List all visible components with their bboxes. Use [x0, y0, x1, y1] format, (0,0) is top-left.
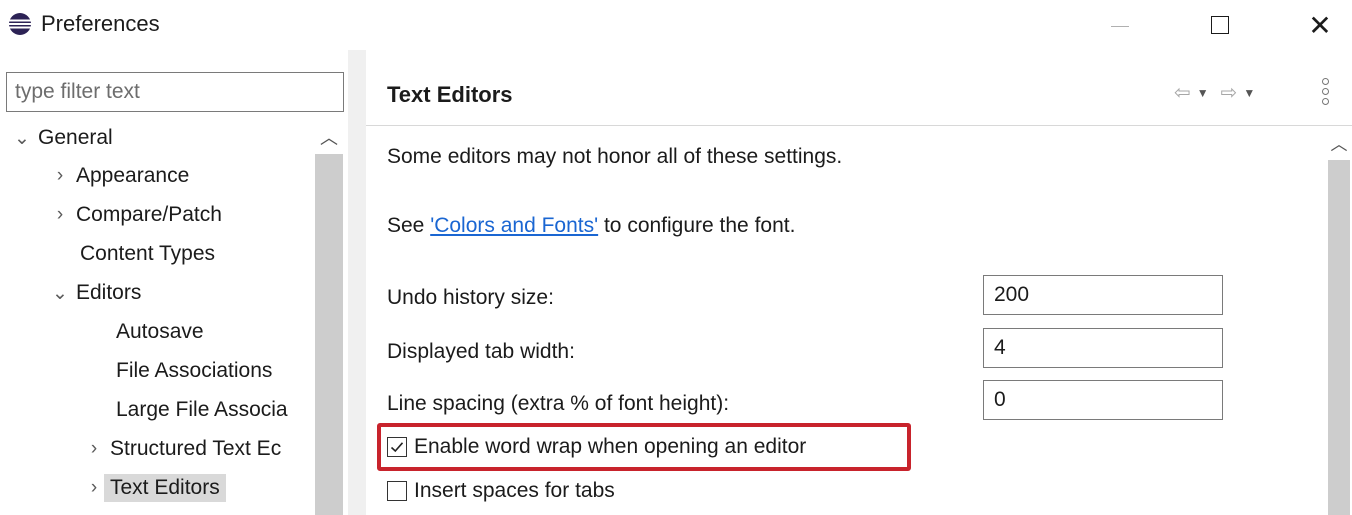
- maximize-button[interactable]: [1190, 0, 1250, 50]
- chevron-up-icon[interactable]: ︿: [312, 120, 346, 154]
- tree-item-content-types[interactable]: Content Types: [80, 236, 215, 272]
- scrollbar-thumb[interactable]: [315, 154, 343, 515]
- filter-input[interactable]: [6, 72, 344, 112]
- font-hint-prefix: See: [387, 214, 431, 237]
- tree-item-label: Structured Text Ec: [110, 437, 282, 460]
- forward-arrow-icon[interactable]: ⇨: [1221, 80, 1238, 105]
- chevron-down-icon[interactable]: ⌄: [50, 282, 70, 305]
- chevron-down-icon[interactable]: ⌄: [12, 127, 32, 150]
- forward-dropdown-icon[interactable]: ▼: [1243, 86, 1255, 100]
- tree-item-compare-patch[interactable]: › Compare/Patch: [50, 197, 222, 233]
- tree-item-file-associations[interactable]: File Associations: [116, 353, 272, 389]
- tree-item-editors[interactable]: ⌄ Editors: [50, 275, 141, 311]
- chevron-up-icon[interactable]: ︿: [1326, 126, 1352, 158]
- tree-item-label: File Associations: [116, 359, 273, 382]
- undo-history-field[interactable]: [983, 275, 1223, 315]
- tree-item-label: Appearance: [76, 164, 190, 187]
- preferences-tree-panel: ⌄ General › Appearance › Compare/Patch C…: [0, 50, 350, 515]
- insert-spaces-checkbox[interactable]: [387, 481, 407, 501]
- history-navigation: ⇦ ▼ ⇨ ▼: [1174, 80, 1255, 105]
- window-title: Preferences: [41, 11, 160, 36]
- intro-text: Some editors may not honor all of these …: [387, 145, 843, 168]
- chevron-right-icon[interactable]: ›: [50, 165, 70, 187]
- tree-item-label: Autosave: [116, 320, 204, 343]
- dot: [1322, 98, 1329, 105]
- tab-width-field[interactable]: [983, 328, 1223, 368]
- minimize-icon: [1111, 25, 1129, 27]
- back-arrow-icon[interactable]: ⇦: [1174, 80, 1191, 105]
- tree-item-structured-text-editors[interactable]: › Structured Text Ec: [84, 431, 281, 467]
- close-icon: ✕: [1308, 9, 1332, 41]
- tree-item-general[interactable]: ⌄ General: [12, 120, 113, 156]
- dot: [1322, 88, 1329, 95]
- font-hint: See 'Colors and Fonts' to configure the …: [387, 214, 795, 238]
- line-spacing-label: Line spacing (extra % of font height):: [387, 392, 730, 415]
- tree-item-label: Editors: [76, 281, 142, 304]
- dot: [1322, 78, 1329, 85]
- highlight-annotation: [377, 423, 911, 471]
- colors-and-fonts-link[interactable]: 'Colors and Fonts': [430, 214, 598, 237]
- eclipse-icon: [9, 13, 31, 35]
- page-header: Text Editors ⇦ ▼ ⇨ ▼: [366, 50, 1352, 125]
- page-title: Text Editors: [387, 82, 513, 107]
- font-hint-suffix: to configure the font.: [598, 214, 796, 237]
- tree-item-text-editors[interactable]: › Text Editors: [84, 470, 226, 506]
- close-button[interactable]: ✕: [1290, 0, 1350, 50]
- tree-scrollbar[interactable]: ︿: [312, 120, 346, 515]
- tree-item-label: Content Types: [80, 242, 216, 265]
- title-bar: Preferences ✕: [0, 0, 1352, 50]
- content-scrollbar[interactable]: ︿: [1326, 126, 1352, 515]
- chevron-right-icon[interactable]: ›: [84, 438, 104, 460]
- tree-item-label: Text Editors: [104, 474, 226, 502]
- undo-history-label: Undo history size:: [387, 286, 554, 309]
- tree-item-large-file-associations[interactable]: Large File Associa: [116, 392, 288, 428]
- view-menu-icon[interactable]: [1322, 78, 1329, 105]
- insert-spaces-option[interactable]: Insert spaces for tabs: [387, 479, 615, 503]
- line-spacing-field[interactable]: [983, 380, 1223, 420]
- chevron-right-icon[interactable]: ›: [84, 477, 104, 499]
- insert-spaces-label: Insert spaces for tabs: [414, 479, 615, 502]
- back-dropdown-icon[interactable]: ▼: [1197, 86, 1209, 100]
- scrollbar-thumb[interactable]: [1328, 160, 1350, 515]
- tree-item-autosave[interactable]: Autosave: [116, 314, 204, 350]
- tree-item-appearance[interactable]: › Appearance: [50, 158, 189, 194]
- tree-item-label: Large File Associa: [116, 398, 288, 421]
- minimize-button[interactable]: [1090, 0, 1150, 50]
- maximize-icon: [1211, 16, 1229, 34]
- panel-splitter[interactable]: [348, 50, 366, 515]
- chevron-right-icon[interactable]: ›: [50, 204, 70, 226]
- tree-item-label: Compare/Patch: [76, 203, 222, 226]
- tab-width-label: Displayed tab width:: [387, 340, 575, 363]
- tree-item-label: General: [38, 126, 113, 149]
